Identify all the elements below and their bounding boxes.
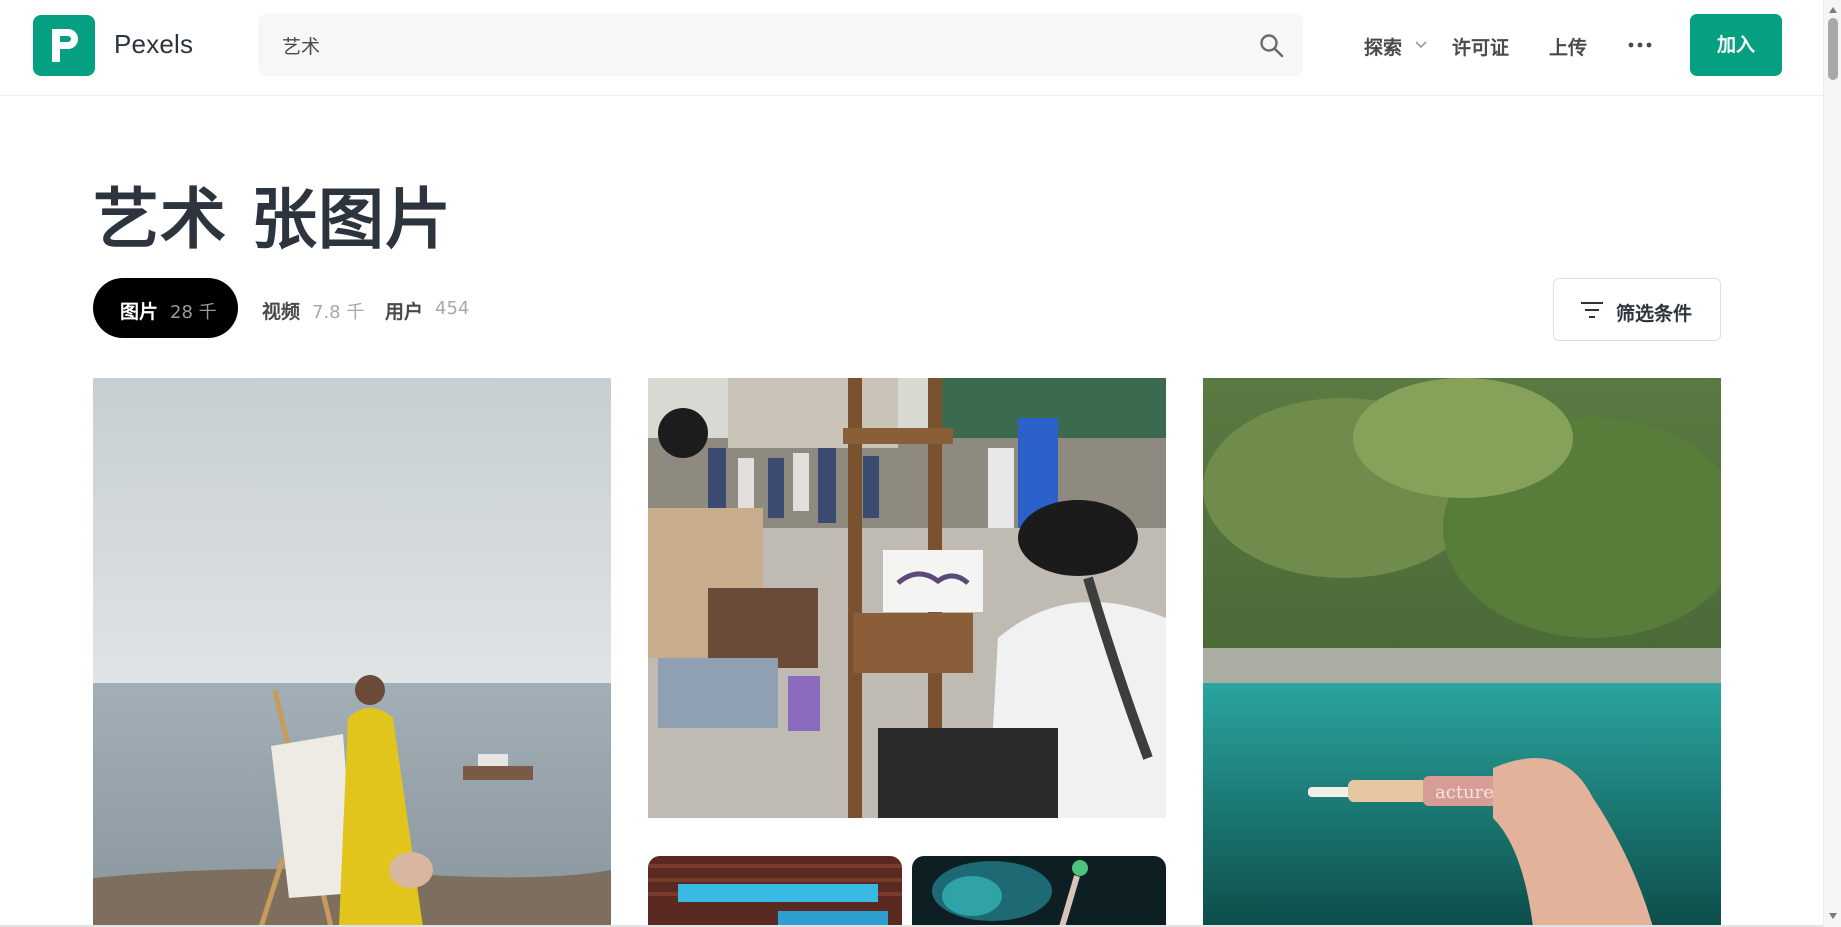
tab-videos[interactable]: 视频 [262, 297, 300, 324]
tab-users-count: 454 [435, 298, 470, 319]
scroll-down-arrow-icon[interactable] [1828, 912, 1838, 920]
tab-photos-label: 图片 [120, 301, 159, 323]
brand-name[interactable]: Pexels [114, 29, 193, 60]
photo-blue-smoke[interactable] [912, 856, 1166, 927]
photo-street-artist-easel[interactable] [648, 378, 1166, 818]
scroll-thumb[interactable] [1828, 18, 1838, 80]
nav-explore[interactable]: 探索 [1364, 33, 1402, 60]
photo-neon-roof[interactable] [648, 856, 902, 927]
page-title: 艺术 张图片 [93, 181, 452, 258]
filter-button[interactable]: 筛选条件 [1553, 278, 1721, 341]
nav-license[interactable]: 许可证 [1452, 33, 1509, 60]
pexels-logo-icon[interactable] [33, 15, 95, 76]
more-dots-icon[interactable] [1626, 38, 1654, 52]
chevron-down-icon[interactable] [1414, 38, 1428, 52]
tab-photos[interactable]: 图片 28 千 [93, 278, 238, 338]
search-bar [258, 14, 1303, 76]
tab-users[interactable]: 用户 [385, 297, 423, 324]
top-header: Pexels 探索 许可证 上传 加入 [0, 0, 1823, 96]
photo-hand-holding-tube[interactable]: acture [1203, 378, 1721, 927]
photo-woman-painting-sea[interactable] [93, 378, 611, 927]
nav-upload[interactable]: 上传 [1549, 33, 1587, 60]
search-input[interactable] [282, 14, 1182, 76]
search-icon[interactable] [1258, 32, 1286, 60]
tube-label: acture [1435, 782, 1494, 803]
filter-label: 筛选条件 [1616, 303, 1693, 325]
scroll-up-arrow-icon[interactable] [1828, 6, 1838, 14]
filter-icon [1581, 302, 1603, 318]
tab-photos-count: 28 千 [170, 302, 217, 323]
tab-videos-count: 7.8 千 [312, 302, 365, 323]
page-scrollbar[interactable] [1823, 0, 1841, 927]
join-button[interactable]: 加入 [1690, 14, 1782, 76]
